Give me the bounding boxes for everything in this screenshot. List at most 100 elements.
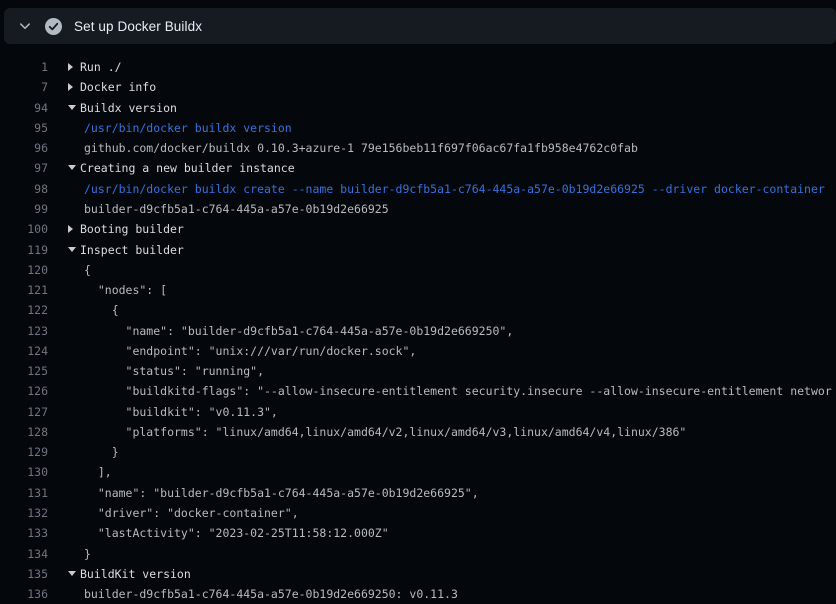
log-output-text: ], <box>68 465 112 479</box>
log-line-row: 134} <box>0 543 836 563</box>
chevron-down-icon[interactable] <box>18 19 32 33</box>
group-title: BuildKit version <box>80 567 191 581</box>
line-number[interactable]: 126 <box>0 384 48 398</box>
line-number[interactable]: 136 <box>0 587 48 601</box>
log-group-row: 97 Creating a new builder instance <box>0 158 836 178</box>
line-number[interactable]: 131 <box>0 486 48 500</box>
caret-down-icon <box>68 101 80 115</box>
check-circle-icon <box>45 18 62 35</box>
step-title: Set up Docker Buildx <box>74 19 202 34</box>
group-title: Run ./ <box>80 60 122 74</box>
log-output-text: { <box>68 263 91 277</box>
log-line-row: 133 "lastActivity": "2023-02-25T11:58:12… <box>0 523 836 543</box>
log-line-row: 128 "platforms": "linux/amd64,linux/amd6… <box>0 422 836 442</box>
group-title: Creating a new builder instance <box>80 161 295 175</box>
log-line-row: 129 } <box>0 442 836 462</box>
caret-down-icon <box>68 567 80 581</box>
log-group-header[interactable]: Creating a new builder instance <box>68 161 295 175</box>
log-output-text: { <box>68 303 119 317</box>
line-number[interactable]: 134 <box>0 547 48 561</box>
line-number[interactable]: 132 <box>0 506 48 520</box>
log-line-row: 127 "buildkit": "v0.11.3", <box>0 402 836 422</box>
line-number[interactable]: 124 <box>0 344 48 358</box>
log-output-text: "driver": "docker-container", <box>68 506 299 520</box>
log-group-row: 1 Run ./ <box>0 57 836 77</box>
line-number[interactable]: 133 <box>0 526 48 540</box>
line-number[interactable]: 98 <box>0 182 48 196</box>
log-line-row: 124 "endpoint": "unix:///var/run/docker.… <box>0 341 836 361</box>
log-output-text: builder-d9cfb5a1-c764-445a-a57e-0b19d2e6… <box>68 587 458 601</box>
log-output-text: github.com/docker/buildx 0.10.3+azure-1 … <box>68 141 638 155</box>
log-line-row: 98/usr/bin/docker buildx create --name b… <box>0 179 836 199</box>
log-group-header[interactable]: Buildx version <box>68 101 177 115</box>
log-group-row: 7 Docker info <box>0 77 836 97</box>
line-number[interactable]: 100 <box>0 222 48 236</box>
log-group-row: 94 Buildx version <box>0 98 836 118</box>
log-output-text: "name": "builder-d9cfb5a1-c764-445a-a57e… <box>68 486 479 500</box>
log-output-text: "buildkitd-flags": "--allow-insecure-ent… <box>68 384 832 398</box>
line-number[interactable]: 95 <box>0 121 48 135</box>
line-number[interactable]: 121 <box>0 283 48 297</box>
line-number[interactable]: 120 <box>0 263 48 277</box>
caret-down-icon <box>68 243 80 257</box>
log-output-text: "endpoint": "unix:///var/run/docker.sock… <box>68 344 416 358</box>
line-number[interactable]: 130 <box>0 465 48 479</box>
caret-right-icon <box>68 222 80 236</box>
log-lines: 1 Run ./ 7 Docker info 94 Buildx version 95/us… <box>0 57 836 604</box>
log-line-row: 136 builder-d9cfb5a1-c764-445a-a57e-0b19d… <box>0 584 836 604</box>
log-group-row: 100 Booting builder <box>0 219 836 239</box>
caret-right-icon <box>68 80 80 94</box>
log-line-row: 130 ], <box>0 462 836 482</box>
log-output-text: } <box>68 445 119 459</box>
line-number[interactable]: 97 <box>0 161 48 175</box>
step-header[interactable]: Set up Docker Buildx <box>4 8 836 44</box>
log-output-text: "name": "builder-d9cfb5a1-c764-445a-a57e… <box>68 324 513 338</box>
group-title: Docker info <box>80 80 156 94</box>
log-line-row: 99 builder-d9cfb5a1-c764-445a-a57e-0b19d2… <box>0 199 836 219</box>
line-number[interactable]: 128 <box>0 425 48 439</box>
log-group-header[interactable]: Booting builder <box>68 222 184 236</box>
log-output-text: "status": "running", <box>68 364 264 378</box>
line-number[interactable]: 123 <box>0 324 48 338</box>
log-line-row: 123 "name": "builder-d9cfb5a1-c764-445a-… <box>0 320 836 340</box>
line-number[interactable]: 125 <box>0 364 48 378</box>
log-group-header[interactable]: BuildKit version <box>68 567 191 581</box>
log-output-text: "buildkit": "v0.11.3", <box>68 405 278 419</box>
line-number[interactable]: 94 <box>0 101 48 115</box>
line-number[interactable]: 1 <box>0 60 48 74</box>
log-command-text: /usr/bin/docker buildx create --name bui… <box>68 182 825 196</box>
line-number[interactable]: 99 <box>0 202 48 216</box>
group-title: Booting builder <box>80 222 184 236</box>
log-line-row: 122 { <box>0 300 836 320</box>
log-line-row: 131 "name": "builder-d9cfb5a1-c764-445a-… <box>0 483 836 503</box>
log-line-row: 132 "driver": "docker-container", <box>0 503 836 523</box>
line-number[interactable]: 135 <box>0 567 48 581</box>
log-output-text: "nodes": [ <box>68 283 167 297</box>
log-group-header[interactable]: Inspect builder <box>68 243 184 257</box>
log-group-header[interactable]: Docker info <box>68 80 156 94</box>
group-title: Buildx version <box>80 101 177 115</box>
log-line-row: 126 "buildkitd-flags": "--allow-insecure… <box>0 381 836 401</box>
log-output-text: builder-d9cfb5a1-c764-445a-a57e-0b19d2e6… <box>68 202 389 216</box>
log-command-text: /usr/bin/docker buildx version <box>68 121 292 135</box>
log-line-row: 96 github.com/docker/buildx 0.10.3+azure-… <box>0 138 836 158</box>
caret-down-icon <box>68 161 80 175</box>
line-number[interactable]: 119 <box>0 243 48 257</box>
log-group-row: 119 Inspect builder <box>0 239 836 259</box>
line-number[interactable]: 129 <box>0 445 48 459</box>
line-number[interactable]: 127 <box>0 405 48 419</box>
log-line-row: 120 { <box>0 260 836 280</box>
log-line-row: 121 "nodes": [ <box>0 280 836 300</box>
log-output-text: } <box>68 547 91 561</box>
log-line-row: 125 "status": "running", <box>0 361 836 381</box>
group-title: Inspect builder <box>80 243 184 257</box>
log-line-row: 95/usr/bin/docker buildx version <box>0 118 836 138</box>
line-number[interactable]: 96 <box>0 141 48 155</box>
log-output-text: "platforms": "linux/amd64,linux/amd64/v2… <box>68 425 686 439</box>
log-group-row: 135 BuildKit version <box>0 564 836 584</box>
caret-right-icon <box>68 60 80 74</box>
log-output-text: "lastActivity": "2023-02-25T11:58:12.000… <box>68 526 389 540</box>
line-number[interactable]: 122 <box>0 303 48 317</box>
line-number[interactable]: 7 <box>0 80 48 94</box>
log-group-header[interactable]: Run ./ <box>68 60 122 74</box>
